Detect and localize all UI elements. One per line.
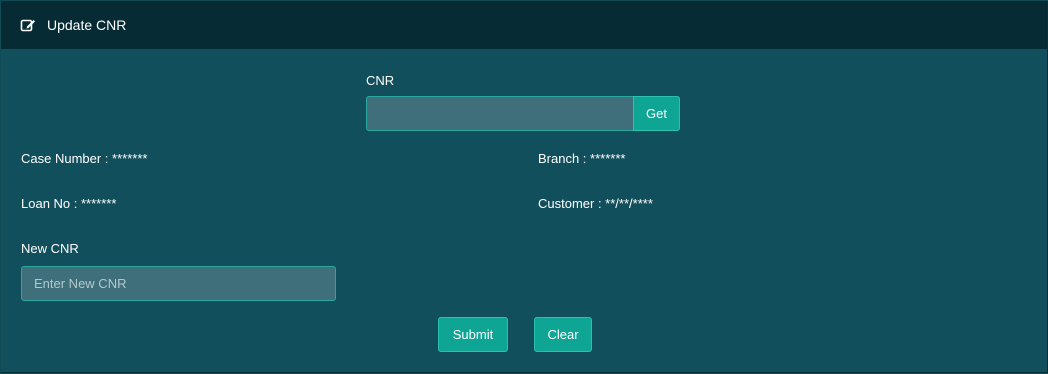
branch-text: Branch : *******	[538, 151, 626, 166]
customer-text: Customer : **/**/****	[538, 196, 653, 211]
panel-title: Update CNR	[47, 17, 127, 33]
panel-header: Update CNR	[1, 1, 1047, 49]
cnr-label: CNR	[366, 73, 395, 88]
new-cnr-input[interactable]	[21, 266, 336, 301]
cnr-input[interactable]	[366, 96, 633, 131]
cnr-input-group: Get	[366, 96, 680, 131]
loan-no-text: Loan No : *******	[21, 196, 117, 211]
update-cnr-panel: Update CNR CNR Get Case Number : *******…	[1, 1, 1048, 373]
get-button[interactable]: Get	[633, 96, 680, 131]
case-number-text: Case Number : *******	[21, 151, 148, 166]
submit-button[interactable]: Submit	[438, 317, 508, 352]
new-cnr-label: New CNR	[21, 241, 79, 256]
clear-button[interactable]: Clear	[534, 317, 592, 352]
edit-icon	[20, 17, 36, 33]
